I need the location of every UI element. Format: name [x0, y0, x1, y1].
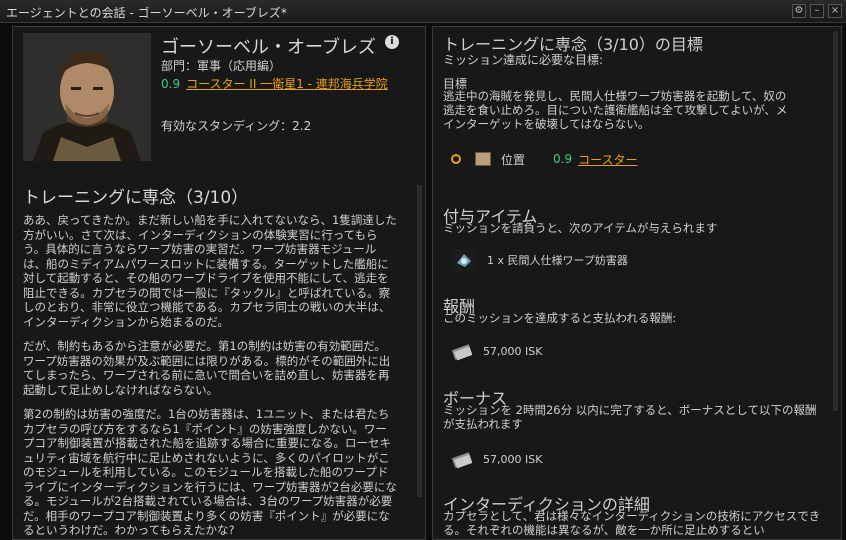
granted-item-label: 1 x 民間人仕様ワープ妨害器: [487, 254, 628, 267]
isk-icon: [451, 344, 473, 361]
bonus-amount: 57,000 ISK: [483, 452, 543, 466]
objective-location-row: 位置 0.9 コースター: [451, 147, 638, 171]
granted-items-desc: ミッションを請負うと、次のアイテムが与えられます: [443, 221, 718, 235]
mission-briefing: ああ、戻ってきたか。まだ新しい船を手に入れてないなら、1隻調達した方がいい。さて…: [23, 213, 397, 539]
location-link[interactable]: コースター: [578, 151, 637, 168]
location-label: 位置: [501, 152, 526, 167]
agent-location: 0.9 コースター II 一衛星1 - 連邦海兵学院: [161, 77, 401, 92]
agent-division: 部門：軍事（応用編）: [161, 59, 282, 73]
close-button[interactable]: ×: [828, 4, 842, 18]
reward-amount: 57,000 ISK: [483, 344, 543, 358]
briefing-paragraph: 第2の制約は妨害の強度だ。1台の妨害器は、1ユニット、または君たち カプセラの呼…: [23, 407, 397, 537]
interdiction-desc: カプセラとして、君は様々なインターディクションの技術にアクセスできる。それぞれの…: [443, 509, 821, 537]
briefing-paragraph: ああ、戻ってきたか。まだ新しい船を手に入れてないなら、1隻調達した方がいい。さて…: [23, 213, 397, 329]
security-status: 0.9: [161, 77, 181, 91]
agent-name: ゴーソーベル・オーブレズ: [161, 37, 376, 58]
minimize-button[interactable]: –: [810, 4, 824, 18]
isk-icon: [451, 452, 473, 469]
objective-text: 逃走中の海賊を発見し、民間人仕様ワープ妨害器を起動して、奴の逃走を食い止めろ。目…: [443, 89, 788, 131]
reward-row: 57,000 ISK: [451, 341, 542, 361]
location-icon: [475, 152, 491, 166]
title-bar: エージェントとの会話 - ゴーソーベル・オーブレズ* ⚙ – ×: [0, 0, 846, 23]
mission-details-pane: トレーニングに専念（3/10）の目標 ミッション達成に必要な目標: 目標 逃走中…: [432, 26, 842, 540]
briefing-paragraph: だが、制約もあるから注意が必要だ。第1の制約は妨害の有効範囲だ。ワープ妨害器の効…: [23, 339, 391, 397]
agent-location-link[interactable]: コースター II 一衛星1 - 連邦海兵学院: [186, 77, 388, 91]
briefing-scrollbar[interactable]: [417, 185, 422, 497]
location-security-status: 0.9: [553, 152, 573, 166]
bonus-row: 57,000 ISK: [451, 449, 542, 469]
info-icon[interactable]: i: [385, 35, 399, 49]
details-scrollbar[interactable]: [833, 31, 838, 411]
agent-standing: 有効なスタンディング：2.2: [161, 119, 312, 133]
warp-disruptor-icon: [451, 249, 477, 271]
settings-icon[interactable]: ⚙: [792, 4, 806, 18]
agent-portrait: [23, 33, 151, 161]
mission-title: トレーニングに専念（3/10）: [23, 188, 249, 208]
objectives-subtitle: ミッション達成に必要な目標:: [443, 53, 604, 67]
granted-item-row[interactable]: 1 x 民間人仕様ワープ妨害器: [451, 249, 628, 271]
agent-briefing-pane: ゴーソーベル・オーブレズ i 部門：軍事（応用編） 0.9 コースター II 一衛…: [12, 26, 426, 540]
window-title: エージェントとの会話 - ゴーソーベル・オーブレズ*: [6, 6, 287, 20]
reward-desc: このミッションを達成すると支払われる報酬:: [443, 311, 677, 325]
window-controls: ⚙ – ×: [792, 4, 842, 18]
bonus-desc: ミッションを 2時間26分 以内に完了すると、ボーナスとして以下の報酬が支払われ…: [443, 403, 817, 431]
objective-bullet-icon: [451, 154, 461, 164]
